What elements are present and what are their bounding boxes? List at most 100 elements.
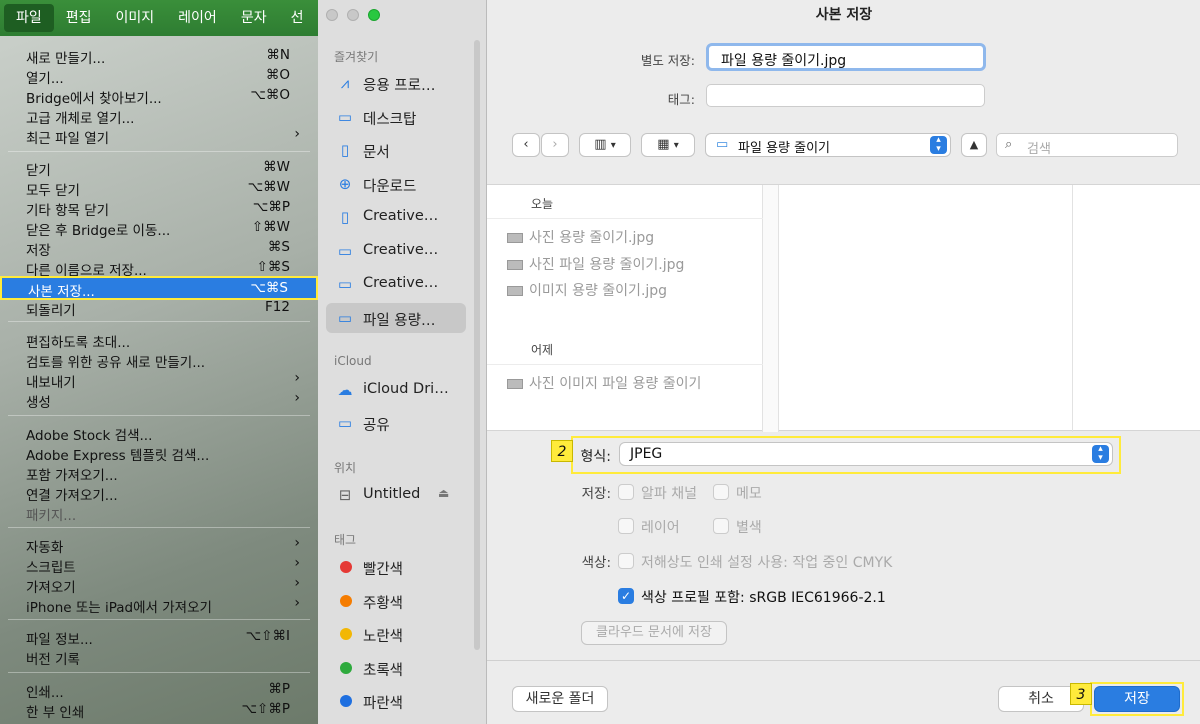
forward-button[interactable]: › [541,133,569,157]
save-button[interactable]: 저장 [1094,686,1180,712]
expand-button[interactable]: ▲ [961,133,987,157]
menu-edit[interactable]: 편집 [54,4,104,32]
image-file-icon [507,378,523,389]
menu-item-label: 되돌리기 [26,303,76,319]
file-menu-item[interactable]: 스크립트 › [0,555,318,576]
file-menu-item[interactable]: Adobe Express 템플릿 검색... [0,443,318,464]
menu-item-label: 고급 개체로 열기... [26,111,135,127]
file-menu-item[interactable]: 가져오기 › [0,575,318,596]
filename-input[interactable]: 파일 용량 줄이기.jpg [706,43,986,71]
menu-item-label: 파일 정보... [26,632,93,648]
minimize-window-button[interactable] [347,9,359,21]
location-popup[interactable]: ▭ 파일 용량 줄이기 ▴ ▾ [705,133,951,157]
sidebar-item-favorite[interactable]: ▭ Creative… [326,236,466,266]
file-menu-item[interactable]: 인쇄... ⌘P [0,680,318,701]
file-browser: 오늘 사진 용량 줄이기.jpg 사진 파일 용량 줄이기.jpg 이미지 용량 줄이… [487,184,1200,432]
sidebar-item-favorite[interactable]: ▭ 파일 용량… [326,302,466,333]
menu-layer[interactable]: 레이어 [166,4,229,32]
sidebar-item-icloud[interactable]: ☁ iCloud Dri… [326,375,466,405]
tags-label: 태그: [667,92,695,107]
file-menu-item[interactable]: 모두 닫기 ⌥⌘W [0,178,318,199]
sidebar-item-icloud[interactable]: ▭ 공유 [326,408,466,438]
file-menu-item[interactable]: Bridge에서 찾아보기... ⌥⌘O [0,86,318,107]
file-menu-item[interactable]: 최근 파일 열기 › [0,126,318,147]
file-menu-item[interactable]: 고급 개체로 열기... [0,106,318,127]
sidebar-item-untitled[interactable]: ⊟ Untitled ⏏ [326,480,466,510]
file-menu-item[interactable]: 열기... ⌘O [0,66,318,87]
tags-input[interactable] [706,84,985,107]
file-menu-item[interactable]: 편집하도록 초대... [0,330,318,351]
eject-icon[interactable]: ⏏ [438,486,449,500]
profile-checkbox[interactable]: ✓ [618,588,634,604]
back-button[interactable]: ‹ [512,133,540,157]
file-menu-item[interactable]: 검토를 위한 공유 새로 만들기... [0,350,318,371]
sidebar-item-tag[interactable]: 초록색 [326,653,466,683]
lowres-checkbox[interactable] [618,553,634,569]
submenu-chevron-icon: › [294,370,300,386]
file-menu-item[interactable]: 저장 ⌘S [0,238,318,259]
app-icon: ⩘ [340,74,350,92]
group-button[interactable]: ▦ ▾ [641,133,695,157]
menu-image[interactable]: 이미지 [104,4,167,32]
menu-item-label: 열기... [26,71,64,87]
sidebar-item-favorite[interactable]: ⩘ 응용 프로… [326,68,466,98]
file-menu-item[interactable]: 패키지... [0,503,318,524]
menu-item-label: 검토를 위한 공유 새로 만들기... [26,355,206,371]
sidebar-item-favorite[interactable]: ▭ Creative… [326,269,466,299]
file-row[interactable]: 사진 용량 줄이기.jpg [507,227,654,247]
file-row[interactable]: 이미지 용량 줄이기.jpg [507,280,667,300]
menu-item-shortcut: ⌥⌘O [250,87,290,103]
file-menu-item[interactable]: 새로 만들기... ⌘N [0,46,318,67]
sidebar-item-tag[interactable]: 빨간색 [326,552,466,582]
menu-select[interactable]: 선 [279,4,316,32]
menu-type[interactable]: 문자 [229,4,279,32]
file-menu-item[interactable]: 자동화 › [0,535,318,556]
view-mode-button[interactable]: ▥ ▾ [579,133,631,157]
file-menu-item[interactable]: 파일 정보... ⌥⇧⌘I [0,627,318,648]
file-menu-item[interactable]: 버전 기록 [0,647,318,668]
file-row[interactable]: 사진 이미지 파일 용량 줄이기 [507,373,701,393]
sidebar-item-tag[interactable]: 파란색 [326,686,466,716]
file-menu-item[interactable]: 사본 저장... ⌥⌘S [0,276,318,300]
search-input[interactable]: ⌕ 검색 [996,133,1178,157]
file-menu-item[interactable]: 연결 가져오기... [0,483,318,504]
file-menu-item[interactable]: 다른 이름으로 저장... ⇧⌘S [0,258,318,279]
menu-file[interactable]: 파일 [4,4,54,32]
sidebar-scrollbar[interactable] [474,40,480,650]
format-select[interactable]: JPEG ▴ ▾ [619,442,1113,466]
submenu-chevron-icon: › [294,555,300,571]
close-window-button[interactable] [326,9,338,21]
sidebar-item-tag[interactable]: 주황색 [326,586,466,616]
file-menu-item[interactable]: 내보내기 › [0,370,318,391]
sidebar-item-label: 다운로드 [363,178,417,195]
grid-icon: ▦ [657,137,670,152]
sidebar-item-tag[interactable]: 노란색 [326,619,466,649]
file-menu-item[interactable]: 포함 가져오기... [0,463,318,484]
sidebar-item-favorite[interactable]: ▭ 데스크탑 [326,102,466,132]
dialog-title: 사본 저장 [815,7,873,23]
file-menu-item[interactable]: Adobe Stock 검색... [0,423,318,444]
file-menu-item[interactable]: 닫은 후 Bridge로 이동... ⇧⌘W [0,218,318,239]
column-gutter [763,185,779,432]
sidebar-item-label: 초록색 [363,662,404,679]
drive-icon: ⊟ [338,486,352,504]
file-menu-item[interactable]: iPhone 또는 iPad에서 가져오기 › [0,595,318,616]
memo-checkbox[interactable] [713,484,729,500]
alpha-checkbox[interactable] [618,484,634,500]
sidebar-item-favorite[interactable]: ▯ 문서 [326,135,466,165]
sidebar-item-favorite[interactable]: ▯ Creative… [326,202,466,232]
sidebar-item-favorite[interactable]: ⊕ 다운로드 [326,169,466,199]
file-menu-item[interactable]: 한 부 인쇄 ⌥⇧⌘P [0,700,318,721]
new-folder-button[interactable]: 새로운 폴더 [512,686,608,712]
cloud-save-button[interactable]: 클라우드 문서에 저장 [581,621,727,645]
spot-checkbox[interactable] [713,518,729,534]
file-menu-item[interactable]: 되돌리기 F12 [0,298,318,319]
layer-checkbox[interactable] [618,518,634,534]
file-menu-item[interactable]: 닫기 ⌘W [0,158,318,179]
color-label: 색상: [581,555,611,571]
zoom-window-button[interactable] [368,9,380,21]
file-row[interactable]: 사진 파일 용량 줄이기.jpg [507,254,684,274]
menu-item-label: Adobe Express 템플릿 검색... [26,448,210,464]
file-menu-item[interactable]: 기타 항목 닫기 ⌥⌘P [0,198,318,219]
file-menu-item[interactable]: 생성 › [0,390,318,411]
